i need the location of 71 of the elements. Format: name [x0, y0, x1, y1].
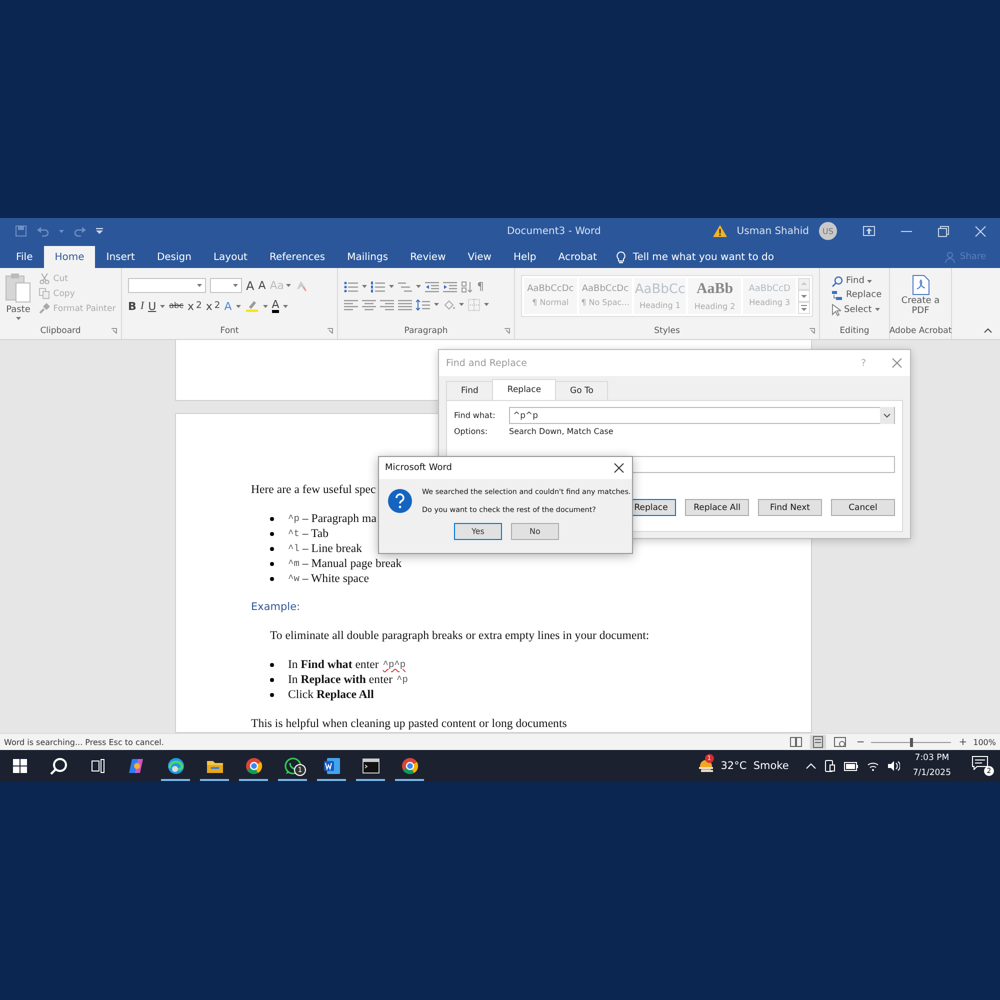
tell-me-search[interactable]: Tell me what you want to do — [608, 246, 774, 268]
ribbon-tab[interactable]: Design — [146, 246, 202, 268]
group-label: Clipboard — [40, 326, 81, 336]
zoom-in-button[interactable]: + — [958, 736, 968, 748]
list-item-text: In Find what enter — [288, 657, 379, 672]
grow-font-button[interactable]: A — [246, 280, 254, 292]
find-button[interactable]: Find — [832, 276, 883, 286]
select-button[interactable]: Select — [832, 304, 883, 316]
underline-button[interactable]: U — [148, 300, 156, 312]
dialog-button[interactable]: Replace All — [685, 499, 749, 516]
code-text: ^m — [288, 558, 300, 569]
dialog-button[interactable]: No — [511, 523, 559, 540]
group-label: Paragraph — [404, 326, 448, 336]
code-text: ^t — [288, 528, 300, 539]
dialog-tab[interactable]: Find — [446, 381, 494, 400]
ribbon-tab[interactable]: Layout — [202, 246, 258, 268]
ribbon-tab[interactable]: Insert — [95, 246, 146, 268]
user-name[interactable]: Usman Shahid — [736, 226, 809, 236]
dialog-tab[interactable]: Replace — [492, 379, 556, 400]
dialog-button[interactable]: Yes — [454, 523, 502, 540]
group-label: Editing — [840, 326, 870, 336]
strikethrough-button[interactable]: abc — [169, 302, 184, 310]
code-text: ^p — [396, 674, 408, 685]
bold-button[interactable]: B — [128, 300, 136, 312]
ribbon-tab[interactable]: References — [258, 246, 336, 268]
list-item-text: Click Replace All — [288, 687, 374, 702]
list-item-text: – Tab — [302, 526, 329, 541]
list-item-text: – Paragraph ma — [302, 511, 376, 526]
ribbon-tab[interactable]: View — [456, 246, 502, 268]
code-text: ^l — [288, 543, 300, 554]
ribbon-tab[interactable]: Review — [399, 246, 457, 268]
heading-text: Example: — [251, 600, 302, 615]
code-text: ^w — [288, 573, 300, 584]
dialog-button[interactable]: Find Next — [758, 499, 822, 516]
dialog-button[interactable]: Cancel — [831, 499, 895, 516]
group-label: Adobe Acrobat — [889, 326, 952, 336]
tell-me-text: Tell me what you want to do — [632, 252, 774, 262]
paragraph-text: To eliminate all double paragraph breaks or extra empty lines in your document: — [269, 628, 650, 643]
replace-button[interactable]: Replace — [832, 290, 883, 300]
group-label: Font — [220, 326, 239, 336]
group-label: Styles — [654, 326, 680, 336]
shrink-font-button[interactable]: A — [258, 280, 266, 291]
paragraph-text: Here are a few useful spec — [251, 482, 376, 497]
list-item-text: – White space — [302, 571, 370, 586]
dialog-title: Microsoft Word — [385, 463, 452, 473]
ribbon-tab[interactable]: Home — [44, 246, 96, 268]
ribbon-tab[interactable]: Help — [502, 246, 548, 268]
dialog-tab[interactable]: Go To — [555, 381, 608, 400]
ribbon-tab[interactable]: Acrobat — [547, 246, 608, 268]
font-color-button[interactable]: A — [272, 299, 280, 313]
ribbon-tab[interactable]: File — [0, 246, 44, 268]
code-text: ^p — [288, 513, 300, 524]
find-what-field[interactable]: ^p^p — [509, 407, 895, 424]
options-text: Search Down, Match Case — [509, 426, 614, 436]
status-text: Word is searching... Press Esc to cancel. — [4, 738, 164, 746]
paragraph-text: This is helpful when cleaning up pasted content or long documents — [251, 716, 567, 731]
window-title: Document3 - Word — [506, 226, 602, 236]
code-text: ^p^p — [382, 659, 406, 670]
list-item-text: – Line break — [302, 541, 362, 556]
ribbon-tab[interactable]: Mailings — [336, 246, 400, 268]
list-item-text: In Replace with enter — [288, 672, 393, 687]
clock[interactable]: 7:03 PM 7/1/2025 — [912, 751, 951, 781]
zoom-out-button[interactable]: − — [856, 736, 865, 748]
list-item-text: – Manual page break — [302, 556, 402, 571]
italic-button[interactable]: I — [140, 300, 144, 312]
field-label: Options: — [454, 426, 489, 436]
dialog-title: Find and Replace — [446, 358, 528, 368]
paste-button[interactable]: Paste — [5, 273, 32, 320]
create-pdf-button[interactable]: Create a PDF — [896, 274, 945, 316]
zoom-level[interactable]: 100% — [973, 738, 996, 746]
field-label: Find what: — [454, 411, 496, 420]
